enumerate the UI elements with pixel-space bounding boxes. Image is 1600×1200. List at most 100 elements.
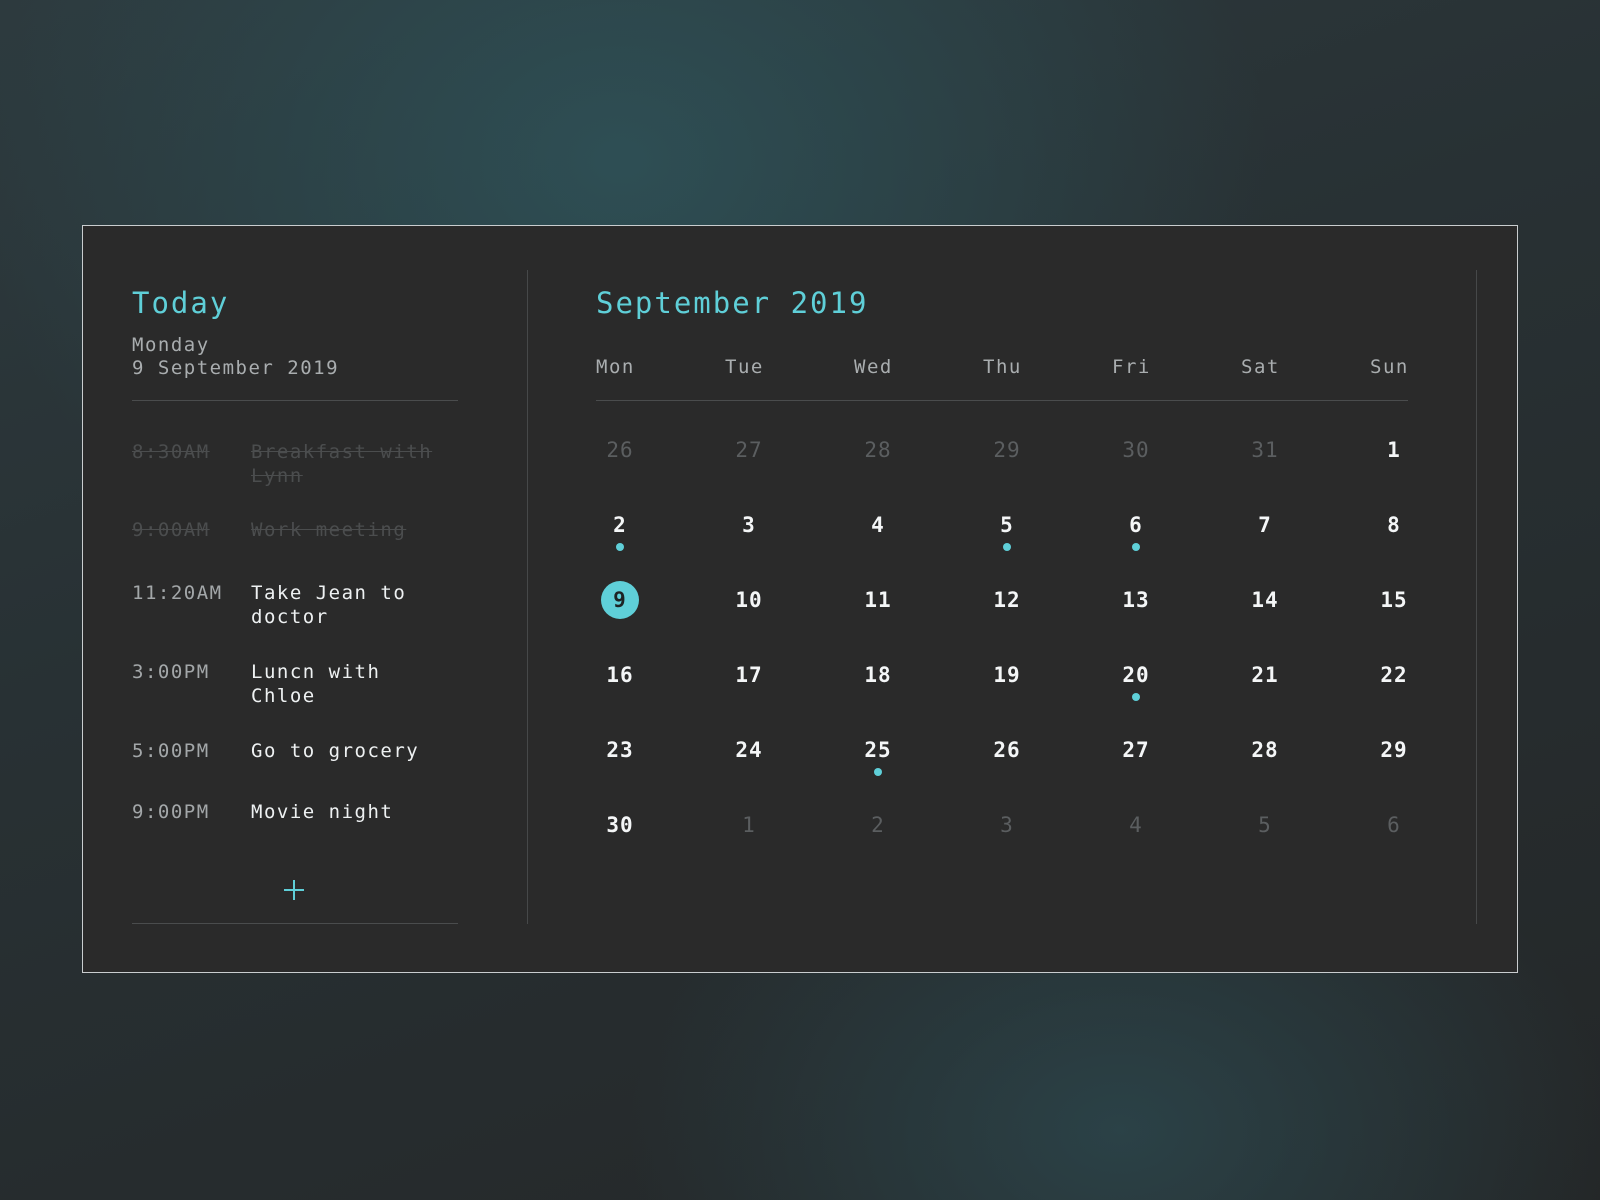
event-title: Go to grocery xyxy=(251,740,420,762)
event-time: 5:00PM xyxy=(132,740,210,762)
day-cell[interactable]: 14 xyxy=(1235,570,1295,630)
day-number: 26 xyxy=(993,738,1021,762)
day-cell[interactable]: 8 xyxy=(1364,495,1424,555)
event-time: 9:00AM xyxy=(132,519,210,541)
day-number: 28 xyxy=(864,438,892,462)
day-cell[interactable]: 16 xyxy=(590,645,650,705)
day-cell[interactable]: 13 xyxy=(1106,570,1166,630)
calendar-card: Today Monday 9 September 2019 8:30AM Bre… xyxy=(82,225,1518,973)
today-divider-bottom xyxy=(132,923,458,924)
day-number: 2 xyxy=(613,513,627,537)
day-number: 4 xyxy=(871,513,885,537)
day-cell-outside[interactable]: 28 xyxy=(848,420,908,480)
panel-edge xyxy=(1476,270,1477,924)
panel-divider xyxy=(527,270,528,924)
day-cell[interactable]: 20 xyxy=(1106,645,1166,705)
day-cell[interactable]: 3 xyxy=(719,495,779,555)
day-cell[interactable]: 23 xyxy=(590,720,650,780)
day-number: 1 xyxy=(1387,438,1401,462)
day-number: 30 xyxy=(1122,438,1150,462)
day-number: 4 xyxy=(1129,813,1143,837)
day-cell-outside[interactable]: 29 xyxy=(977,420,1037,480)
day-cell-outside[interactable]: 30 xyxy=(1106,420,1166,480)
day-cell[interactable]: 22 xyxy=(1364,645,1424,705)
day-number: 16 xyxy=(606,663,634,687)
month-panel: September 2019 Mon Tue Wed Thu Fri Sat S… xyxy=(596,270,1408,924)
today-divider-top xyxy=(132,400,458,401)
day-cell[interactable]: 27 xyxy=(1106,720,1166,780)
day-cell[interactable]: 7 xyxy=(1235,495,1295,555)
day-number: 19 xyxy=(993,663,1021,687)
day-cell-outside[interactable]: 27 xyxy=(719,420,779,480)
day-number: 13 xyxy=(1122,588,1150,612)
today-title: Today xyxy=(132,286,230,320)
weekday-header: Mon Tue Wed Thu Fri Sat Sun xyxy=(596,354,1408,380)
day-cell[interactable]: 24 xyxy=(719,720,779,780)
day-cell[interactable]: 15 xyxy=(1364,570,1424,630)
day-cell[interactable]: 1 xyxy=(1364,420,1424,480)
weekday-label: Sat xyxy=(1241,356,1280,378)
today-panel: Today Monday 9 September 2019 8:30AM Bre… xyxy=(132,270,458,924)
day-cell[interactable]: 18 xyxy=(848,645,908,705)
day-number: 3 xyxy=(742,513,756,537)
day-cell[interactable]: 11 xyxy=(848,570,908,630)
day-number: 15 xyxy=(1380,588,1408,612)
day-number: 6 xyxy=(1129,513,1143,537)
day-cell-outside[interactable]: 2 xyxy=(848,795,908,855)
day-cell[interactable]: 2 xyxy=(590,495,650,555)
event-title: Take Jean to doctor xyxy=(251,582,407,628)
day-cell-outside[interactable]: 5 xyxy=(1235,795,1295,855)
event-title: Luncn with Chloe xyxy=(251,661,381,707)
day-cell[interactable]: 21 xyxy=(1235,645,1295,705)
month-title: September 2019 xyxy=(596,286,869,320)
event-time: 11:20AM xyxy=(132,582,223,604)
day-cell[interactable]: 10 xyxy=(719,570,779,630)
day-number: 3 xyxy=(1000,813,1014,837)
event-indicator-dot xyxy=(616,543,624,551)
day-number: 14 xyxy=(1251,588,1279,612)
add-event-button[interactable] xyxy=(274,870,314,910)
weekday-label: Thu xyxy=(983,356,1022,378)
weekday-label: Tue xyxy=(725,356,764,378)
day-number: 5 xyxy=(1258,813,1272,837)
day-number: 6 xyxy=(1387,813,1401,837)
day-cell[interactable]: 12 xyxy=(977,570,1037,630)
day-cell[interactable]: 5 xyxy=(977,495,1037,555)
day-cell[interactable]: 17 xyxy=(719,645,779,705)
day-cell-outside[interactable]: 3 xyxy=(977,795,1037,855)
day-number: 2 xyxy=(871,813,885,837)
day-number: 12 xyxy=(993,588,1021,612)
day-cell[interactable]: 6 xyxy=(1106,495,1166,555)
day-number: 8 xyxy=(1387,513,1401,537)
day-number: 29 xyxy=(1380,738,1408,762)
day-cell-outside[interactable]: 26 xyxy=(590,420,650,480)
day-number: 27 xyxy=(735,438,763,462)
today-date: 9 September 2019 xyxy=(132,357,340,379)
day-number: 30 xyxy=(606,813,634,837)
weekday-label: Mon xyxy=(596,356,635,378)
day-cell[interactable]: 26 xyxy=(977,720,1037,780)
day-cell[interactable]: 28 xyxy=(1235,720,1295,780)
day-number: 7 xyxy=(1258,513,1272,537)
day-cell-outside[interactable]: 31 xyxy=(1235,420,1295,480)
day-cell-outside[interactable]: 4 xyxy=(1106,795,1166,855)
day-cell[interactable]: 25 xyxy=(848,720,908,780)
day-grid: 26 27 28 29 30 31 1 2 3 4 5 6 7 8 9 10 11 12 13 14 15 16 17 18 1… xyxy=(596,420,1408,870)
weekday-label: Wed xyxy=(854,356,893,378)
day-cell[interactable]: 30 xyxy=(590,795,650,855)
day-number: 26 xyxy=(606,438,634,462)
day-cell-outside[interactable]: 1 xyxy=(719,795,779,855)
weekday-label: Sun xyxy=(1370,356,1409,378)
day-cell-outside[interactable]: 6 xyxy=(1364,795,1424,855)
event-indicator-dot xyxy=(1003,543,1011,551)
day-cell[interactable]: 19 xyxy=(977,645,1037,705)
day-cell-today[interactable]: 9 xyxy=(590,570,650,630)
day-number: 9 xyxy=(601,581,639,619)
day-cell[interactable]: 29 xyxy=(1364,720,1424,780)
event-title: Work meeting xyxy=(251,519,407,541)
day-number: 18 xyxy=(864,663,892,687)
day-number: 17 xyxy=(735,663,763,687)
day-cell[interactable]: 4 xyxy=(848,495,908,555)
day-number: 29 xyxy=(993,438,1021,462)
day-number: 28 xyxy=(1251,738,1279,762)
